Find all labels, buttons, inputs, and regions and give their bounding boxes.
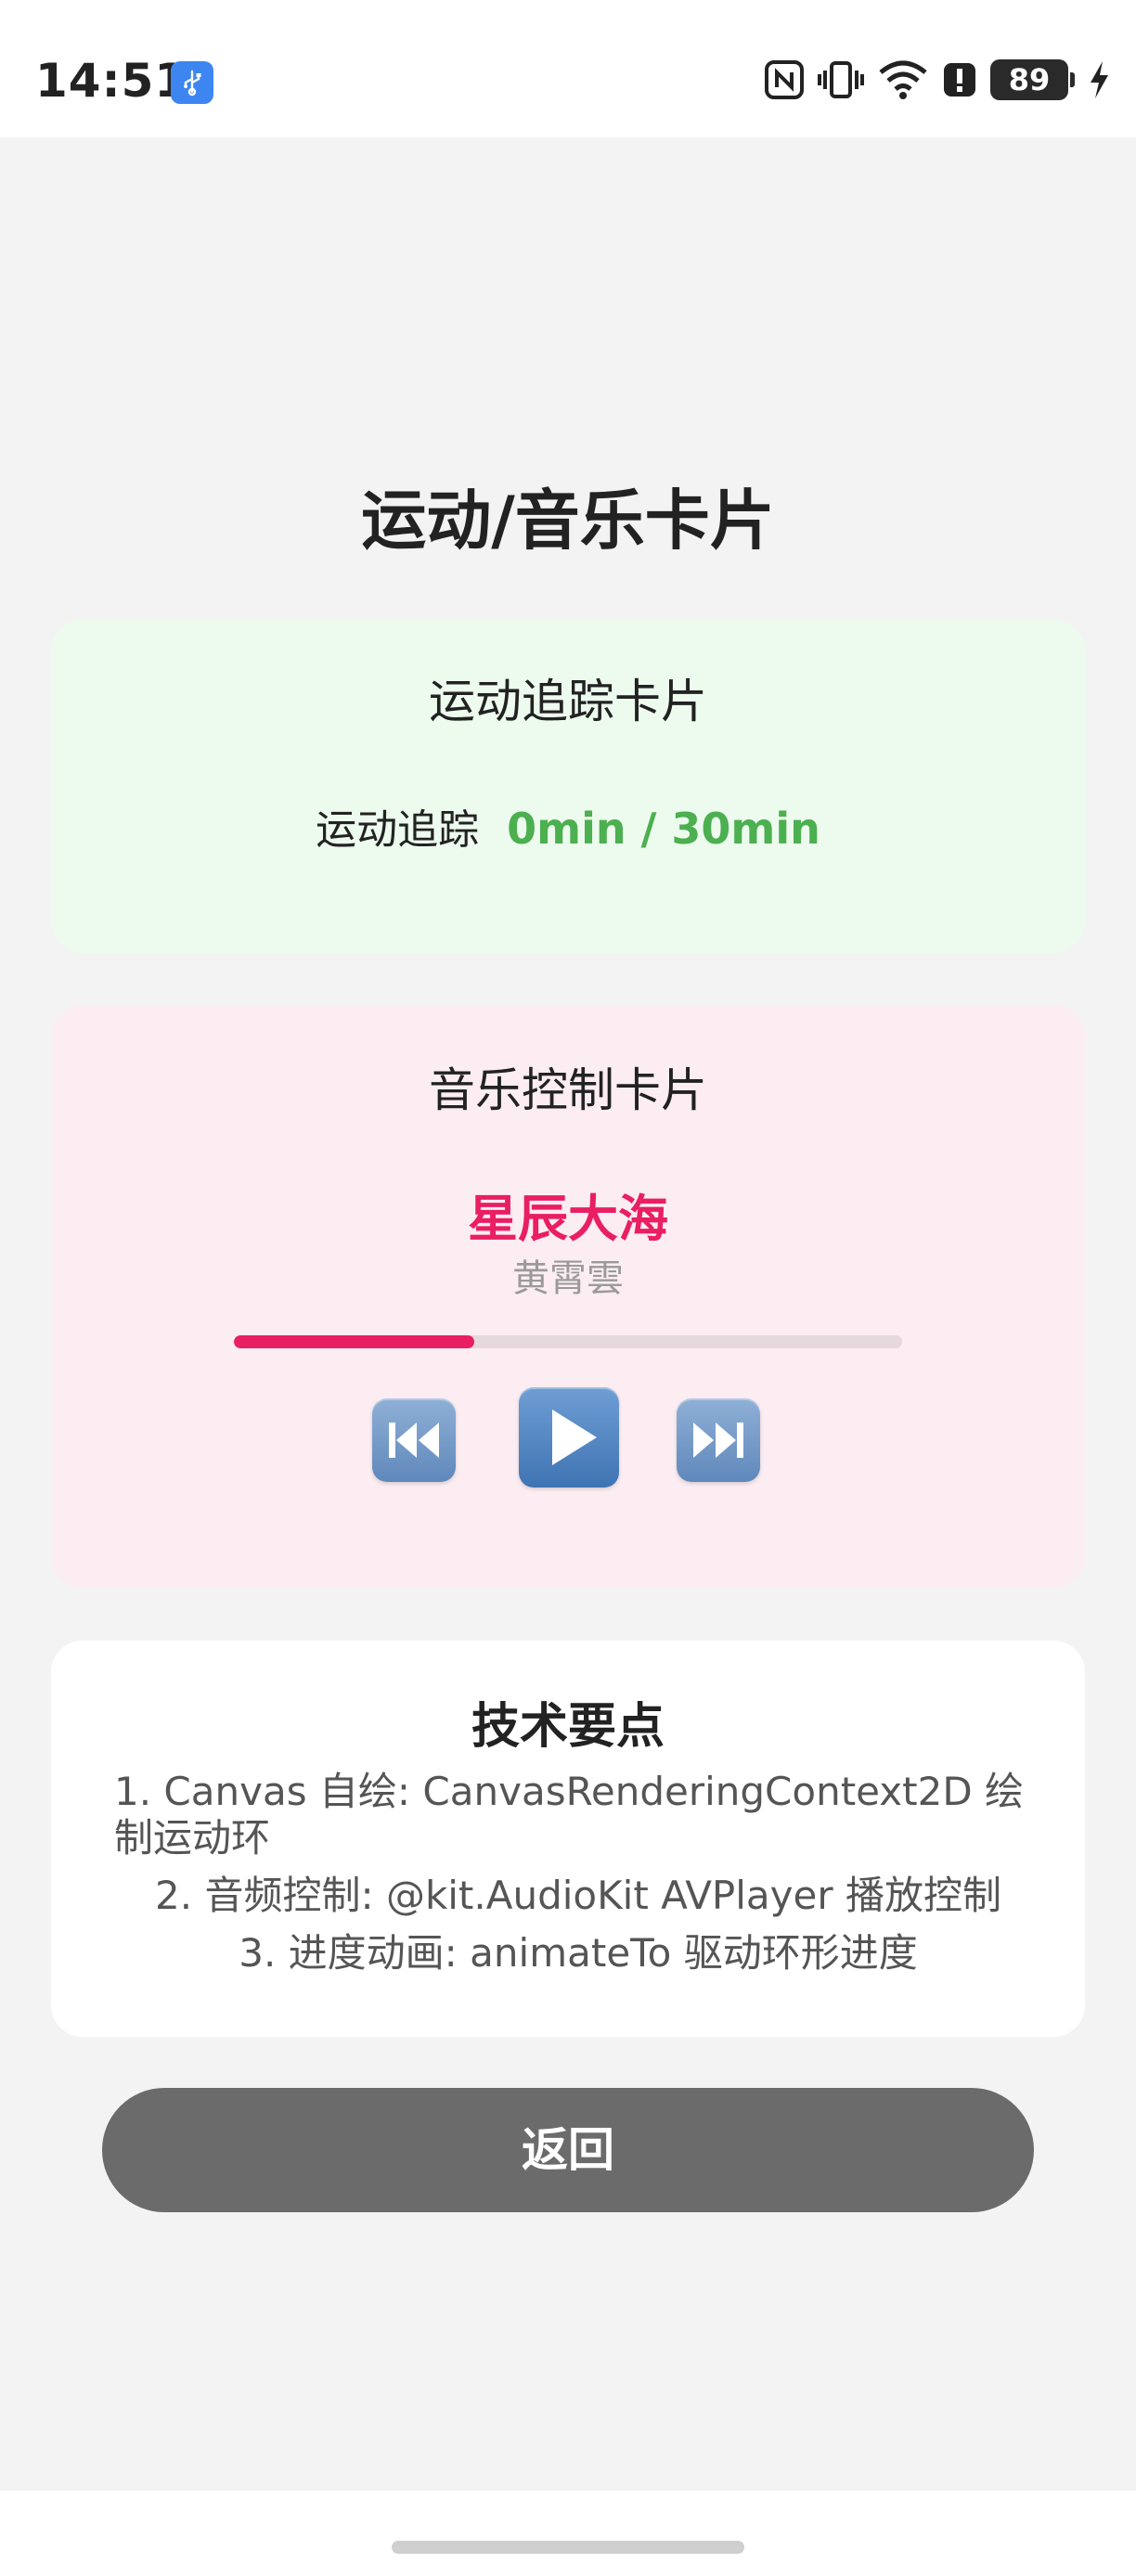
- tech-card-title: 技术要点: [471, 1699, 665, 1755]
- status-bar: 14:51 89: [0, 0, 1136, 137]
- list-item: 1. Canvas 自绘: CanvasRenderingContext2D 绘…: [114, 1769, 1025, 1861]
- usb-icon: [171, 61, 213, 104]
- play-button[interactable]: [519, 1387, 619, 1488]
- sport-value: 0min / 30min: [507, 804, 820, 854]
- page-title: 运动/音乐卡片: [361, 483, 775, 559]
- playback-progress-fill: [234, 1335, 475, 1348]
- status-time: 14:51: [35, 54, 188, 108]
- song-artist: 黄霄雲: [512, 1257, 624, 1300]
- music-control-card: 音乐控制卡片 星辰大海 黄霄雲: [51, 1005, 1085, 1588]
- next-track-button[interactable]: [677, 1398, 760, 1482]
- next-track-icon: [693, 1423, 743, 1458]
- song-title: 星辰大海: [468, 1190, 668, 1248]
- nfc-icon: [765, 60, 804, 99]
- status-icons: 89: [764, 59, 1110, 100]
- back-button[interactable]: 返回: [102, 2088, 1034, 2212]
- previous-track-icon: [389, 1423, 439, 1458]
- battery-icon: 89: [990, 59, 1068, 100]
- battery-tip: [1070, 72, 1075, 87]
- list-item: 3. 进度动画: animateTo 驱动环形进度: [239, 1930, 918, 1976]
- vibrate-icon: [818, 61, 864, 98]
- tech-points-list: 1. Canvas 自绘: CanvasRenderingContext2D 绘…: [114, 1769, 1042, 1988]
- bottom-navigation-bar: [0, 2491, 1136, 2576]
- wifi-icon: [879, 60, 927, 99]
- play-icon: [552, 1410, 597, 1465]
- sport-progress-row: 运动追踪 0min / 30min: [51, 796, 1085, 856]
- music-card-title: 音乐控制卡片: [429, 1063, 707, 1117]
- alert-icon: [944, 63, 975, 97]
- sport-tracking-card: 运动追踪卡片 运动追踪 0min / 30min: [51, 620, 1085, 953]
- list-item: 2. 音频控制: @kit.AudioKit AVPlayer 播放控制: [155, 1873, 1001, 1918]
- previous-track-button[interactable]: [372, 1398, 456, 1482]
- tech-points-card: 技术要点 1. Canvas 自绘: CanvasRenderingContex…: [51, 1641, 1085, 2037]
- sport-card-title: 运动追踪卡片: [429, 675, 707, 728]
- playback-controls: [51, 1387, 1085, 1489]
- sport-label: 运动追踪: [316, 806, 480, 854]
- home-indicator[interactable]: [392, 2541, 744, 2554]
- charging-icon: [1091, 61, 1108, 98]
- playback-progress-bar[interactable]: [234, 1335, 902, 1348]
